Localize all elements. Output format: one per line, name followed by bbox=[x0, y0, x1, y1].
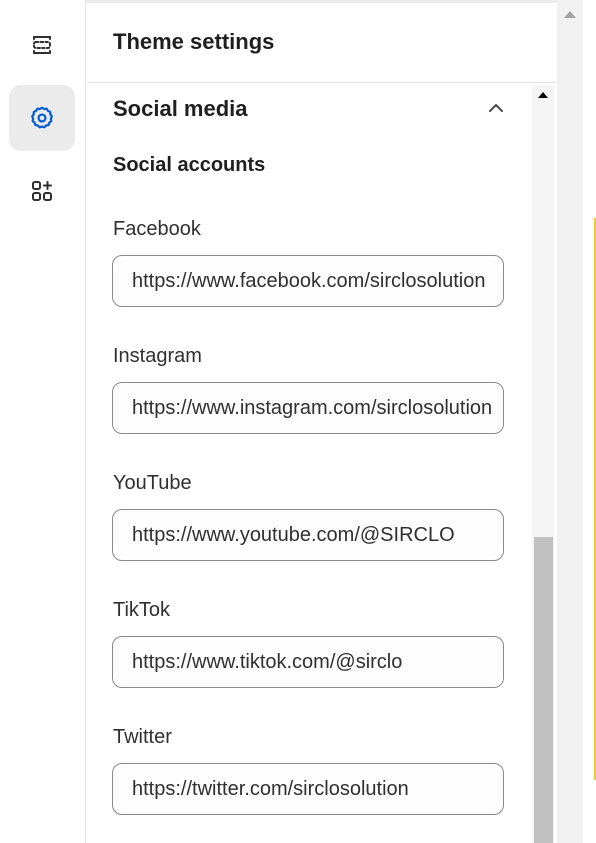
social-accounts-heading: Social accounts bbox=[113, 154, 266, 176]
instagram-label: Instagram bbox=[113, 345, 202, 367]
window-scroll-up-arrow-icon[interactable] bbox=[564, 11, 576, 18]
window-scrollbar-track[interactable] bbox=[557, 0, 583, 843]
twitter-label: Twitter bbox=[113, 726, 172, 748]
gear-icon bbox=[31, 106, 53, 129]
youtube-url-field[interactable]: https://www.youtube.com/@SIRCLO bbox=[112, 509, 504, 561]
sections-icon bbox=[33, 36, 51, 54]
social-media-section-toggle[interactable]: Social media bbox=[113, 94, 505, 124]
section-title: Social media bbox=[113, 96, 248, 121]
youtube-label: YouTube bbox=[113, 472, 192, 494]
sidebar-item-sections[interactable] bbox=[9, 12, 75, 78]
tiktok-url-field[interactable]: https://www.tiktok.com/@sirclo bbox=[112, 636, 504, 688]
instagram-url-field[interactable]: https://www.instagram.com/sirclosolution bbox=[112, 382, 504, 434]
sidebar-rail bbox=[0, 0, 86, 843]
facebook-url-field[interactable]: https://www.facebook.com/sirclosolution bbox=[112, 255, 504, 307]
chevron-up-icon bbox=[489, 104, 503, 112]
instagram-url-value: https://www.instagram.com/sirclosolution bbox=[132, 397, 493, 419]
twitter-url-value: https://twitter.com/sirclosolution bbox=[132, 778, 409, 800]
panel-scrollbar-thumb[interactable] bbox=[534, 537, 553, 843]
page-title: Theme settings bbox=[113, 29, 275, 54]
twitter-url-field[interactable]: https://twitter.com/sirclosolution bbox=[112, 763, 504, 815]
sidebar-item-apps[interactable] bbox=[9, 158, 75, 224]
facebook-url-value: https://www.facebook.com/sirclosolution bbox=[132, 270, 486, 292]
add-apps-icon bbox=[32, 181, 52, 201]
theme-settings-panel: Theme settings Social media Social accou… bbox=[87, 3, 557, 843]
facebook-label: Facebook bbox=[113, 218, 201, 240]
sidebar-item-theme-settings[interactable] bbox=[9, 85, 75, 151]
youtube-url-value: https://www.youtube.com/@SIRCLO bbox=[132, 524, 455, 546]
tiktok-url-value: https://www.tiktok.com/@sirclo bbox=[132, 651, 403, 673]
scroll-up-arrow-icon[interactable] bbox=[538, 92, 548, 98]
tiktok-label: TikTok bbox=[113, 599, 171, 621]
panel-header: Theme settings bbox=[87, 3, 556, 83]
